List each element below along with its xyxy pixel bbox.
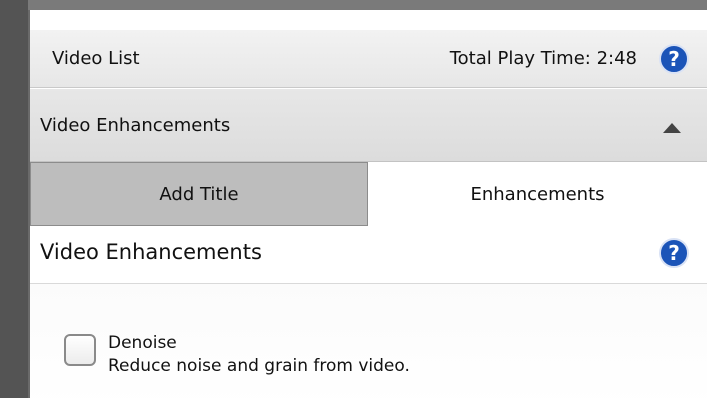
video-list-header: Video List Total Play Time: 2:48 ? [30,30,707,88]
denoise-checkbox[interactable] [64,334,96,366]
help-icon[interactable]: ? [659,238,689,268]
denoise-option[interactable]: Denoise Reduce noise and grain from vide… [64,332,410,378]
app-window: Video List Total Play Time: 2:48 ? Video… [0,0,707,398]
top-chrome [0,0,707,10]
enhancements-panel-header: Video Enhancements ? [30,226,707,284]
video-list-panel: Video List Total Play Time: 2:48 ? Video… [28,10,707,398]
section-title: Video Enhancements [40,115,231,136]
panel-title: Video Enhancements [40,240,262,264]
tab-strip: Add Title Enhancements [30,162,707,226]
video-list-title: Video List [52,48,140,69]
left-rail [0,0,28,398]
total-play-time: Total Play Time: 2:48 [449,48,637,69]
tab-enhancements[interactable]: Enhancements [368,162,707,226]
denoise-label: Denoise [108,333,177,353]
help-icon[interactable]: ? [659,44,689,74]
denoise-description: Reduce noise and grain from video. [108,356,410,376]
triangle-up-icon[interactable] [663,123,681,133]
video-enhancements-section-bar[interactable]: Video Enhancements [30,89,707,162]
denoise-option-text: Denoise Reduce noise and grain from vide… [108,332,410,378]
tab-add-title[interactable]: Add Title [30,162,368,226]
enhancements-panel-body: Denoise Reduce noise and grain from vide… [30,284,707,398]
